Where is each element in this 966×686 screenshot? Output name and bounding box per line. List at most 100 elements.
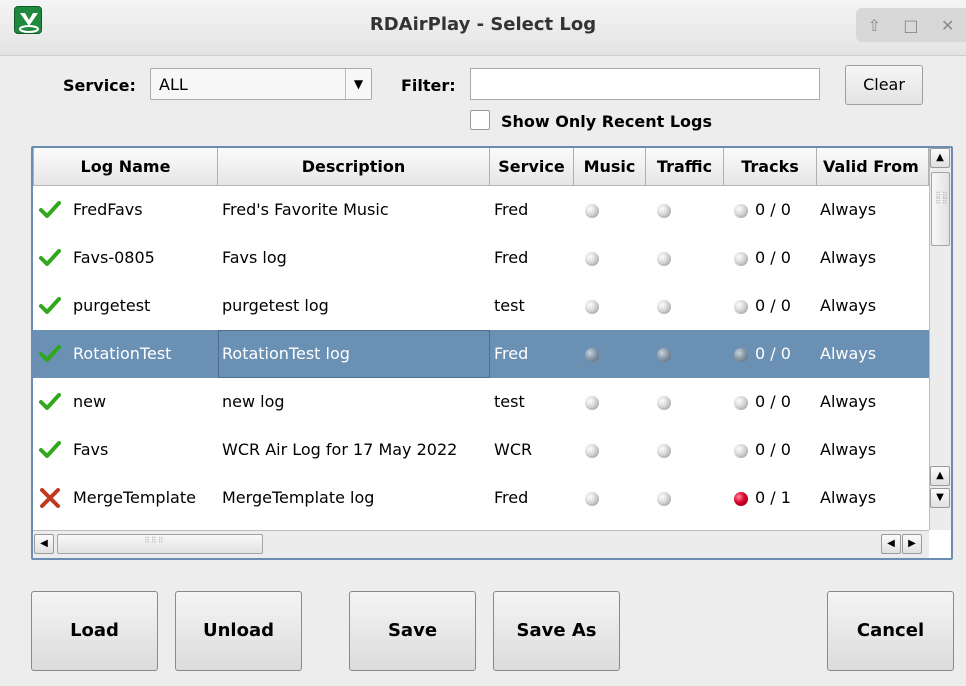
music-status-led — [585, 492, 599, 506]
log-name-cell: Favs-0805 — [73, 248, 155, 267]
valid-from-cell: Always — [820, 344, 877, 363]
traffic-status-led — [657, 300, 671, 314]
tracks-cell: 0 / 0 — [755, 440, 791, 459]
description-cell: Fred's Favorite Music — [222, 200, 389, 219]
service-cell: Fred — [494, 344, 529, 363]
column-header-service[interactable]: Service — [490, 148, 574, 186]
music-status-led — [585, 444, 599, 458]
scroll-up-lower-button[interactable]: ▲ — [930, 466, 950, 486]
window-title: RDAirPlay - Select Log — [369, 14, 597, 35]
table-row[interactable]: FredFavs Fred's Favorite Music Fred 0 / 0 Al… — [33, 186, 929, 234]
save-button[interactable]: Save — [349, 591, 476, 671]
close-icon[interactable]: ✕ — [937, 16, 959, 35]
table-row[interactable]: Favs-0805 Favs log Fred 0 / 0 Always — [33, 234, 929, 282]
tracks-status-led — [734, 348, 748, 362]
tracks-status-led — [734, 204, 748, 218]
title-bar: RDAirPlay - Select Log ⇧ □ ✕ — [0, 0, 966, 56]
table-header: Log Name Description Service Music Traff… — [33, 148, 929, 186]
service-cell: Fred — [494, 248, 529, 267]
service-select[interactable]: ALL ▼ — [150, 68, 372, 100]
unload-button[interactable]: Unload — [175, 591, 302, 671]
tracks-cell: 0 / 0 — [755, 344, 791, 363]
vertical-scrollbar[interactable]: ▲ ⠿⠿ ⠿⠿ ▲ ▼ — [929, 148, 951, 530]
valid-from-cell: Always — [820, 440, 877, 459]
log-name-cell: MergeTemplate — [73, 488, 196, 507]
table-row[interactable]: new new log test 0 / 0 Always — [33, 378, 929, 426]
valid-from-cell: Always — [820, 392, 877, 411]
scroll-up-button[interactable]: ▲ — [930, 148, 950, 168]
valid-from-cell: Always — [820, 488, 877, 507]
traffic-status-led — [657, 204, 671, 218]
valid-from-cell: Always — [820, 296, 877, 315]
table-row[interactable]: Favs WCR Air Log for 17 May 2022 WCR 0 / 0 A… — [33, 426, 929, 474]
horizontal-scroll-thumb[interactable]: ⠿⠿⠿ — [57, 534, 263, 554]
description-cell: WCR Air Log for 17 May 2022 — [222, 440, 458, 459]
keep-above-icon[interactable]: ⇧ — [863, 16, 885, 35]
vertical-scroll-thumb[interactable]: ⠿⠿ ⠿⠿ — [931, 172, 950, 246]
save-as-button[interactable]: Save As — [493, 591, 620, 671]
music-status-led — [585, 252, 599, 266]
table-body: FredFavs Fred's Favorite Music Fred 0 / 0 Al… — [33, 186, 929, 530]
tracks-status-led — [734, 444, 748, 458]
traffic-status-led — [657, 252, 671, 266]
music-status-led — [585, 348, 599, 362]
column-header-valid-from[interactable]: Valid From — [817, 148, 929, 186]
check-icon — [39, 440, 61, 460]
tracks-cell: 0 / 0 — [755, 296, 791, 315]
column-header-log-name[interactable]: Log Name — [33, 148, 218, 186]
maximize-icon[interactable]: □ — [900, 16, 922, 35]
log-table: Log Name Description Service Music Traff… — [31, 146, 953, 560]
log-name-cell: RotationTest — [73, 344, 172, 363]
log-name-cell: new — [73, 392, 107, 411]
clear-button[interactable]: Clear — [845, 65, 923, 105]
column-header-description[interactable]: Description — [218, 148, 490, 186]
tracks-cell: 0 / 0 — [755, 248, 791, 267]
service-cell: WCR — [494, 440, 533, 459]
check-icon — [39, 344, 61, 364]
tracks-status-led — [734, 300, 748, 314]
grip-icon: ⠿⠿ ⠿⠿ — [935, 191, 949, 206]
check-icon — [39, 296, 61, 316]
music-status-led — [585, 204, 599, 218]
service-select-value: ALL — [159, 75, 188, 94]
service-cell: test — [494, 392, 525, 411]
tracks-cell: 0 / 0 — [755, 200, 791, 219]
check-icon — [39, 200, 61, 220]
log-name-cell: Favs — [73, 440, 109, 459]
filter-input[interactable] — [470, 68, 820, 100]
description-cell: Favs log — [222, 248, 287, 267]
table-row[interactable]: MergeTemplate MergeTemplate log Fred 0 / 1 A… — [33, 474, 929, 522]
scroll-left-button[interactable]: ◀ — [34, 534, 54, 554]
window-controls: ⇧ □ ✕ — [856, 8, 966, 42]
load-button[interactable]: Load — [31, 591, 158, 671]
service-cell: Fred — [494, 488, 529, 507]
scroll-down-button[interactable]: ▼ — [930, 488, 950, 508]
check-icon — [39, 392, 61, 412]
description-cell: RotationTest log — [218, 330, 490, 378]
column-header-traffic[interactable]: Traffic — [646, 148, 724, 186]
column-header-music[interactable]: Music — [574, 148, 646, 186]
check-icon — [39, 248, 61, 268]
tracks-status-led — [734, 492, 748, 506]
cancel-button[interactable]: Cancel — [827, 591, 954, 671]
scroll-left-right-button[interactable]: ◀ — [881, 534, 901, 554]
horizontal-scrollbar[interactable]: ◀ ⠿⠿⠿ ◀ ▶ — [33, 530, 929, 558]
valid-from-cell: Always — [820, 248, 877, 267]
dropdown-arrow-icon: ▼ — [345, 69, 371, 99]
column-header-tracks[interactable]: Tracks — [724, 148, 817, 186]
recent-logs-label: Show Only Recent Logs — [501, 112, 713, 131]
log-name-cell: purgetest — [73, 296, 151, 315]
valid-from-cell: Always — [820, 200, 877, 219]
description-cell: MergeTemplate log — [222, 488, 375, 507]
log-name-cell: FredFavs — [73, 200, 143, 219]
service-cell: test — [494, 296, 525, 315]
tracks-cell: 0 / 0 — [755, 392, 791, 411]
table-row[interactable]: RotationTest RotationTest log Fred 0 / 0 Alw… — [33, 330, 929, 378]
recent-logs-checkbox[interactable] — [470, 110, 490, 130]
service-label: Service: — [63, 76, 136, 95]
table-row[interactable]: purgetest purgetest log test 0 / 0 Always — [33, 282, 929, 330]
filter-label: Filter: — [401, 76, 456, 95]
tracks-status-led — [734, 396, 748, 410]
scroll-right-button[interactable]: ▶ — [902, 534, 922, 554]
music-status-led — [585, 396, 599, 410]
